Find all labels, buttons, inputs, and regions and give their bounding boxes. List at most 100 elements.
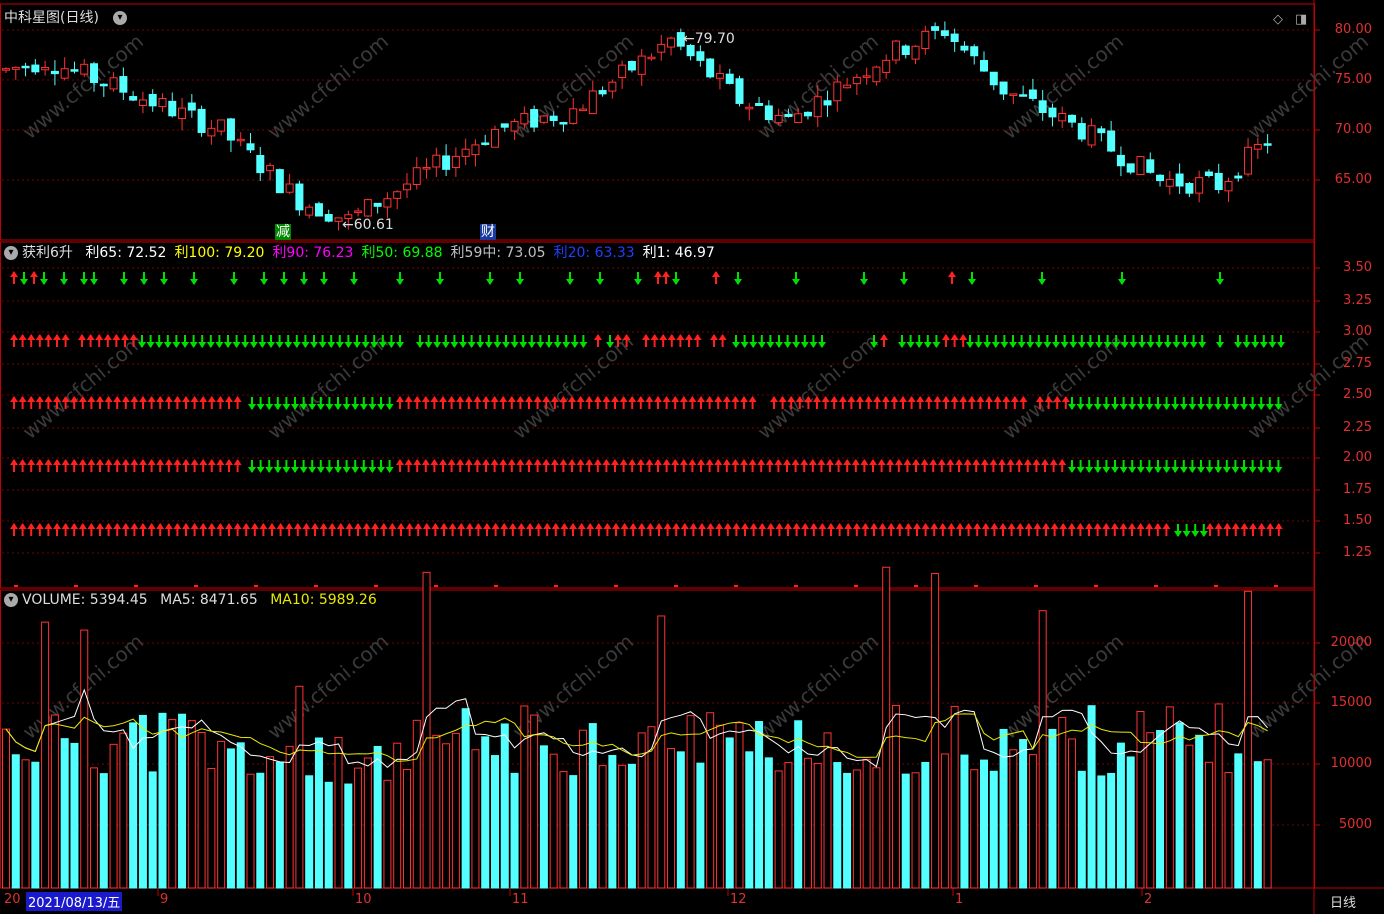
up-arrow-icon: [430, 396, 439, 409]
down-arrow-icon: [579, 335, 588, 348]
up-arrow-icon: [620, 523, 629, 536]
up-arrow-icon: [242, 523, 251, 536]
up-arrow-icon: [293, 523, 302, 536]
up-arrow-icon: [843, 459, 852, 472]
candle-body: [1175, 173, 1184, 187]
candle-body: [813, 96, 822, 118]
down-arrow-icon: [974, 335, 983, 348]
down-arrow-icon: [634, 272, 642, 285]
stock-chart-canvas[interactable]: www.cfchi.com www.cfchi.com www.cfchi.com w…: [0, 0, 1384, 914]
candle-body: [745, 106, 754, 110]
up-arrow-icon: [216, 396, 225, 409]
diamond-icon[interactable]: ◇: [1273, 12, 1283, 27]
down-arrow-icon: [1231, 460, 1240, 473]
down-arrow-icon: [1017, 335, 1026, 348]
down-arrow-icon: [301, 335, 310, 348]
up-arrow-icon: [714, 396, 723, 409]
candle-body: [852, 76, 861, 85]
volume-bar: [852, 769, 861, 889]
up-arrow-icon: [259, 523, 268, 536]
down-arrow-icon: [1222, 460, 1231, 473]
up-arrow-icon: [500, 523, 509, 536]
volume-bar: [774, 770, 783, 889]
tag-reduce[interactable]: 减: [275, 224, 291, 240]
up-arrow-icon: [808, 459, 817, 472]
candle-body: [168, 100, 177, 117]
down-arrow-icon: [334, 397, 342, 410]
up-arrow-icon: [10, 396, 18, 409]
volume-bar: [940, 753, 949, 889]
down-arrow-icon: [809, 335, 818, 348]
volume-header: VOLUME: 5394.45 MA5: 8471.65 MA10: 5989.…: [22, 591, 385, 609]
down-arrow-icon: [1068, 460, 1076, 473]
volume-bar: [745, 751, 754, 889]
candle-body: [451, 155, 460, 169]
down-arrow-icon: [163, 335, 172, 348]
up-arrow-icon: [147, 523, 156, 536]
up-arrow-icon: [482, 459, 490, 472]
down-arrow-icon: [860, 272, 868, 285]
up-arrow-icon: [602, 396, 611, 409]
up-arrow-icon: [10, 459, 18, 472]
down-arrow-icon: [1222, 397, 1231, 410]
down-arrow-icon: [1197, 460, 1205, 473]
up-arrow-icon: [113, 459, 122, 472]
down-arrow-icon: [385, 397, 394, 410]
up-arrow-icon: [1010, 396, 1019, 409]
up-arrow-icon: [362, 523, 371, 536]
up-arrow-icon: [147, 396, 156, 409]
volume-bar: [187, 720, 196, 889]
down-arrow-icon: [1199, 524, 1208, 537]
candle-body: [794, 113, 803, 123]
tag-finance[interactable]: 财: [480, 224, 496, 240]
up-arrow-icon: [576, 459, 585, 472]
up-arrow-icon: [96, 459, 104, 472]
volume-bar: [138, 714, 147, 889]
up-arrow-icon: [447, 459, 456, 472]
candle-body: [197, 108, 206, 133]
down-arrow-icon: [1155, 335, 1164, 348]
candle-body: [980, 60, 988, 72]
up-arrow-icon: [654, 396, 662, 409]
down-arrow-icon: [1026, 335, 1035, 348]
axis-tick-label: 10000: [1330, 756, 1372, 771]
down-arrow-icon: [923, 335, 932, 348]
up-arrow-icon: [27, 396, 36, 409]
volume-bar: [1156, 730, 1165, 889]
down-arrow-icon: [265, 460, 274, 473]
chevron-down-icon[interactable]: ▾: [4, 246, 18, 260]
up-arrow-icon: [642, 334, 650, 347]
up-arrow-icon: [559, 459, 568, 472]
up-arrow-icon: [1032, 459, 1041, 472]
chevron-down-icon[interactable]: ▾: [113, 11, 127, 25]
down-arrow-icon: [749, 335, 758, 348]
up-arrow-icon: [851, 459, 860, 472]
candle-body: [1038, 100, 1047, 114]
axis-tick-label: 20000: [1330, 635, 1372, 650]
axis-tick-label: 3.25: [1343, 293, 1372, 308]
down-arrow-icon: [1181, 335, 1189, 348]
up-arrow-icon: [654, 459, 662, 472]
candle-body: [90, 63, 99, 83]
up-arrow-icon: [268, 523, 276, 536]
volume-bar: [60, 738, 69, 889]
up-arrow-icon: [705, 459, 714, 472]
down-arrow-icon: [181, 335, 189, 348]
down-arrow-icon: [267, 335, 275, 348]
volume-bar: [481, 736, 490, 889]
candle-body: [148, 93, 157, 107]
down-arrow-icon: [80, 272, 88, 285]
up-arrow-icon: [844, 523, 853, 536]
chevron-down-icon[interactable]: ▾: [4, 593, 18, 607]
up-arrow-icon: [516, 396, 525, 409]
volume-bar: [970, 769, 979, 889]
volume-bar: [461, 708, 470, 889]
up-arrow-icon: [396, 396, 404, 409]
up-arrow-icon: [121, 396, 130, 409]
candle-body: [236, 138, 245, 142]
volume-bar: [305, 775, 314, 889]
volume-bar: [119, 732, 128, 889]
volume-bar: [559, 771, 568, 889]
window-icon[interactable]: ◨: [1295, 12, 1307, 27]
period-label[interactable]: 日线: [1330, 892, 1356, 911]
